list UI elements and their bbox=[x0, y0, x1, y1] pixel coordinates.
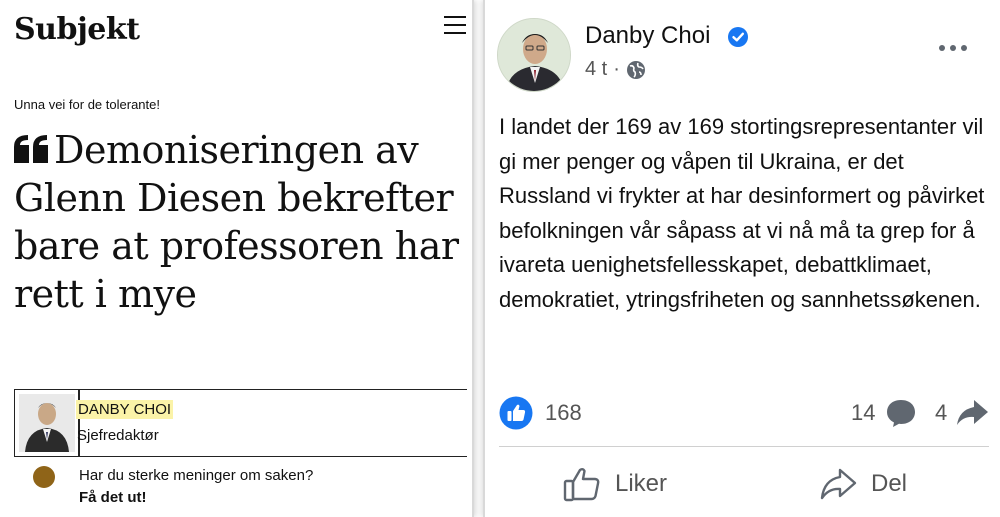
reaction-count[interactable]: 168 bbox=[545, 400, 582, 426]
site-logo[interactable]: Subjekt bbox=[14, 12, 140, 47]
author-photo bbox=[19, 394, 75, 452]
globe-icon bbox=[626, 60, 645, 79]
share-button[interactable]: Del bbox=[819, 460, 907, 508]
facebook-post: Danby Choi 4 t · I landet der 169 av 169… bbox=[483, 0, 1000, 517]
post-text: I landet der 169 av 169 stortingsreprese… bbox=[499, 114, 985, 312]
quote-icon bbox=[14, 135, 48, 163]
divider bbox=[499, 446, 989, 447]
cta-dot-icon bbox=[33, 466, 55, 488]
verified-badge-icon bbox=[728, 27, 748, 47]
meta-separator: · bbox=[613, 58, 620, 80]
post-author-name[interactable]: Danby Choi bbox=[585, 22, 710, 50]
share-count[interactable]: 4 bbox=[935, 400, 947, 426]
post-meta: 4 t · bbox=[585, 58, 646, 81]
article-panel: Subjekt Unna vei for de tolerante! Demon… bbox=[0, 0, 474, 517]
thumbs-up-icon bbox=[563, 468, 600, 502]
author-role: Sjefredaktør bbox=[77, 427, 159, 444]
hamburger-menu-icon[interactable] bbox=[444, 16, 466, 34]
avatar[interactable] bbox=[497, 18, 571, 92]
article-headline: Demoniseringen av Glenn Diesen bekrefter… bbox=[14, 126, 472, 318]
share-arrow-icon bbox=[820, 468, 857, 500]
cta-text: Har du sterke meninger om saken? bbox=[79, 467, 314, 484]
post-time[interactable]: 4 t bbox=[585, 58, 607, 81]
like-reaction-icon bbox=[499, 396, 533, 430]
more-options-icon bbox=[939, 45, 967, 51]
author-name[interactable]: DANBY CHOI bbox=[76, 400, 174, 419]
like-button[interactable]: Liker bbox=[563, 460, 667, 508]
like-button-label: Liker bbox=[615, 470, 668, 497]
share-button-label: Del bbox=[871, 470, 908, 497]
article-kicker: Unna vei for de tolerante! bbox=[14, 97, 160, 112]
comment-icon bbox=[887, 400, 915, 427]
share-icon bbox=[957, 400, 988, 425]
comment-count[interactable]: 14 bbox=[851, 400, 875, 426]
author-box: DANBY CHOI Sjefredaktør bbox=[14, 389, 467, 457]
headline-text: Demoniseringen av Glenn Diesen bekrefter… bbox=[14, 128, 459, 316]
cta-link[interactable]: Få det ut! bbox=[79, 489, 147, 506]
